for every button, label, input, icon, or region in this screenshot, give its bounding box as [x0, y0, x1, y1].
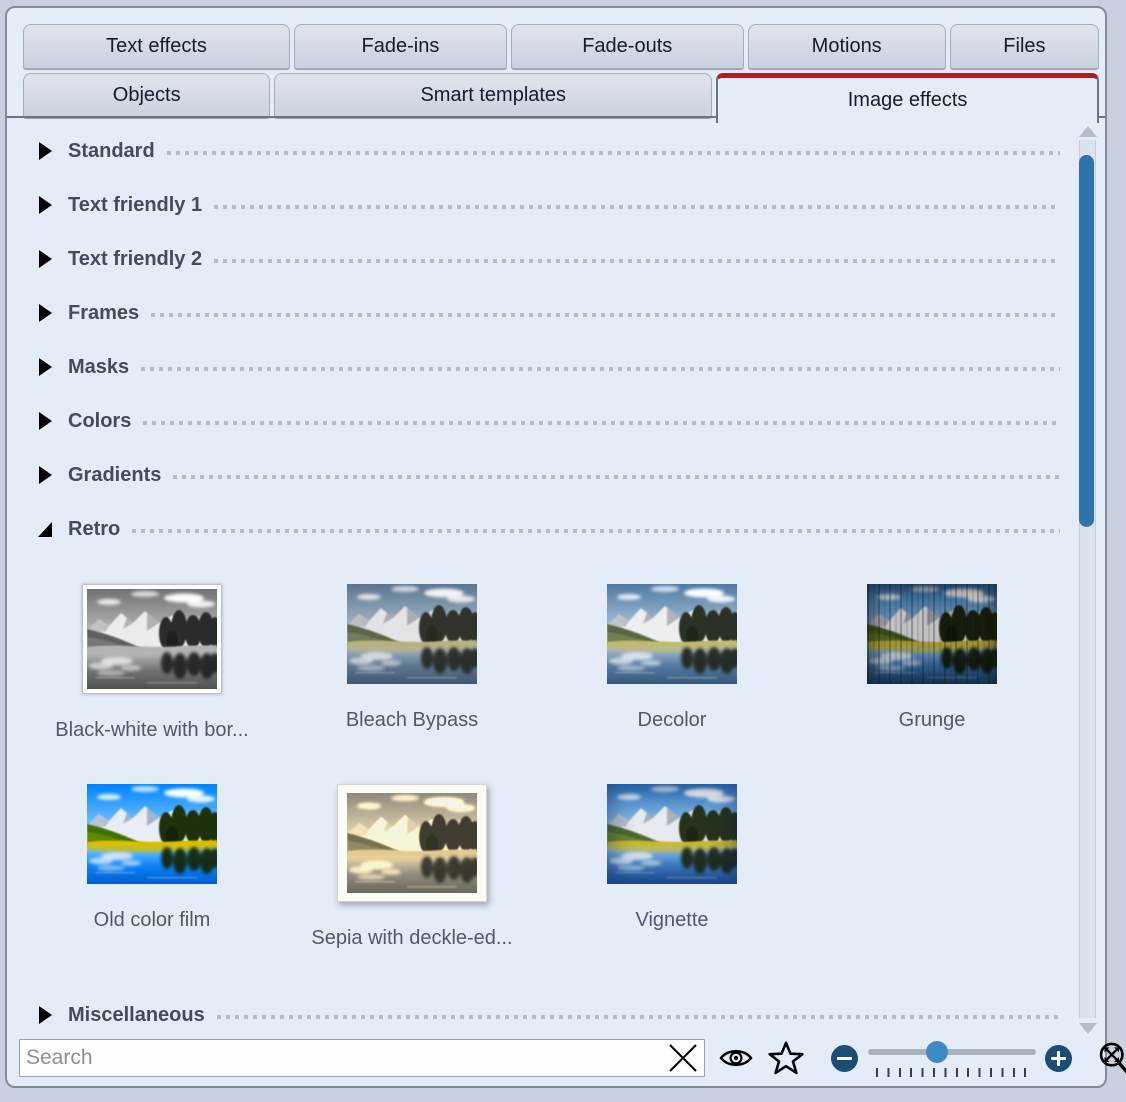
chevron-right-icon — [38, 1006, 53, 1024]
chevron-right-icon — [38, 196, 53, 214]
minus-icon — [837, 1057, 852, 1060]
clear-x-icon — [666, 1041, 700, 1075]
effect-label: Sepia with deckle-ed... — [311, 926, 512, 950]
search-field-wrap — [19, 1039, 705, 1077]
empty-grid-cell — [802, 784, 1062, 984]
thumbnail-zoom-slider[interactable] — [868, 1040, 1036, 1076]
category-label: Standard — [68, 140, 155, 163]
tab-row-1: Text effects Fade-ins Fade-outs Motions … — [23, 24, 1099, 69]
category-miscellaneous[interactable]: Miscellaneous — [7, 988, 1105, 1042]
tab-label: Fade-ins — [362, 35, 440, 58]
chevron-right-icon — [38, 142, 53, 160]
category-label: Colors — [68, 410, 131, 433]
effect-thumbnail — [607, 784, 737, 884]
category-label: Text friendly 2 — [68, 248, 202, 271]
tab-bar: Text effects Fade-ins Fade-outs Motions … — [7, 8, 1105, 118]
dotted-leader — [167, 151, 1060, 155]
category-masks[interactable]: Masks — [7, 340, 1105, 394]
effect-label: Decolor — [638, 708, 707, 732]
bottom-toolbar — [19, 1036, 1097, 1080]
zoom-out-button[interactable] — [831, 1045, 858, 1072]
category-text-friendly-1[interactable]: Text friendly 1 — [7, 178, 1105, 232]
zoom-in-button[interactable] — [1045, 1045, 1072, 1072]
effect-vignette[interactable]: Vignette — [542, 784, 802, 984]
chevron-right-icon — [38, 250, 53, 268]
effect-old-color-film[interactable]: Old color film — [22, 784, 282, 984]
dotted-leader — [173, 475, 1060, 479]
fit-zoom-button[interactable] — [1096, 1040, 1126, 1076]
star-icon — [768, 1041, 804, 1075]
effect-thumbnail — [867, 584, 997, 684]
effect-bleach-bypass[interactable]: Bleach Bypass — [282, 584, 542, 784]
eye-icon — [719, 1045, 753, 1071]
chevron-expanded-icon — [38, 520, 53, 538]
clear-search-button[interactable] — [664, 1042, 702, 1074]
dotted-leader — [151, 313, 1060, 317]
search-input[interactable] — [19, 1039, 705, 1077]
tab-label: Objects — [113, 84, 181, 107]
dotted-leader — [141, 367, 1060, 371]
tab-fade-outs[interactable]: Fade-outs — [511, 24, 744, 69]
effect-thumbnail — [82, 584, 222, 694]
template-browser-panel: Text effects Fade-ins Fade-outs Motions … — [5, 6, 1107, 1088]
dotted-leader — [217, 1015, 1060, 1019]
tab-fade-ins[interactable]: Fade-ins — [294, 24, 507, 69]
effect-label: Old color film — [94, 908, 211, 932]
effect-grunge[interactable]: Grunge — [802, 584, 1062, 784]
effect-decolor[interactable]: Decolor — [542, 584, 802, 784]
tab-label: Fade-outs — [582, 35, 672, 58]
effect-thumbnail — [607, 584, 737, 684]
dotted-leader — [143, 421, 1060, 425]
favorites-button[interactable] — [768, 1041, 804, 1075]
effect-label: Black-white with bor... — [55, 718, 248, 742]
category-colors[interactable]: Colors — [7, 394, 1105, 448]
slider-thumb[interactable] — [926, 1041, 948, 1063]
slider-ticks — [876, 1068, 1028, 1077]
dotted-leader — [132, 529, 1060, 533]
tab-text-effects[interactable]: Text effects — [23, 24, 290, 69]
effect-sepia-deckle-edge[interactable]: Sepia with deckle-ed... — [282, 784, 542, 984]
tab-label: Motions — [812, 35, 882, 58]
dotted-leader — [214, 259, 1060, 263]
retro-effects-grid: Black-white with bor... Bleach Bypass De… — [22, 584, 1062, 984]
category-label: Gradients — [68, 464, 161, 487]
effect-thumbnail — [347, 584, 477, 684]
tab-label: Smart templates — [420, 84, 566, 107]
slider-track[interactable] — [868, 1049, 1036, 1055]
tab-objects[interactable]: Objects — [23, 73, 270, 118]
category-label: Frames — [68, 302, 139, 325]
category-label: Masks — [68, 356, 129, 379]
tab-smart-templates[interactable]: Smart templates — [274, 73, 712, 118]
category-frames[interactable]: Frames — [7, 286, 1105, 340]
category-standard[interactable]: Standard — [7, 124, 1105, 178]
effect-label: Vignette — [635, 908, 708, 932]
effects-list: Standard Text friendly 1 Text friendly 2… — [7, 116, 1105, 1042]
category-gradients[interactable]: Gradients — [7, 448, 1105, 502]
tab-motions[interactable]: Motions — [748, 24, 946, 69]
effect-label: Grunge — [899, 708, 966, 732]
tab-image-effects-active[interactable]: Image effects — [716, 73, 1099, 123]
effect-black-white-with-border[interactable]: Black-white with bor... — [22, 584, 282, 784]
category-label: Text friendly 1 — [68, 194, 202, 217]
category-retro-expanded[interactable]: Retro — [7, 502, 1105, 556]
category-label: Retro — [68, 518, 120, 541]
effect-thumbnail — [337, 784, 487, 902]
preview-toggle-button[interactable] — [719, 1045, 753, 1071]
chevron-right-icon — [38, 358, 53, 376]
dotted-leader — [214, 205, 1060, 209]
category-text-friendly-2[interactable]: Text friendly 2 — [7, 232, 1105, 286]
plus-icon — [1057, 1051, 1060, 1066]
effect-thumbnail — [87, 784, 217, 884]
tab-label: Image effects — [848, 89, 968, 112]
category-label: Miscellaneous — [68, 1004, 205, 1027]
tab-label: Text effects — [106, 35, 207, 58]
fit-zoom-icon — [1096, 1040, 1126, 1076]
effect-label: Bleach Bypass — [346, 708, 478, 732]
chevron-right-icon — [38, 412, 53, 430]
tab-files[interactable]: Files — [950, 24, 1099, 69]
tab-row-2: Objects Smart templates Image effects — [23, 73, 1099, 118]
chevron-right-icon — [38, 304, 53, 322]
tab-label: Files — [1003, 35, 1045, 58]
chevron-right-icon — [38, 466, 53, 484]
